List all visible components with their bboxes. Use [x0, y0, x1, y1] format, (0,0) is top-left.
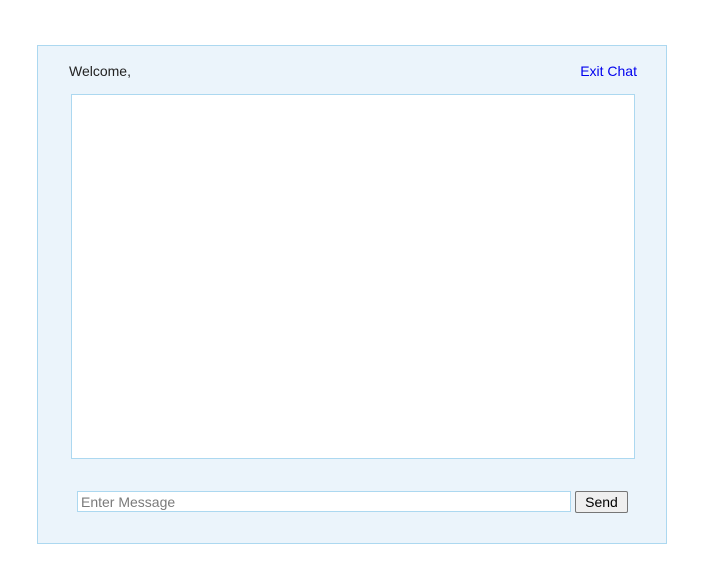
chat-log[interactable] — [71, 94, 635, 459]
chat-menu: Welcome, Exit Chat — [69, 62, 637, 82]
welcome-text: Welcome, — [69, 63, 131, 79]
message-input[interactable] — [77, 491, 571, 512]
exit-chat-link[interactable]: Exit Chat — [580, 62, 637, 80]
send-button[interactable]: Send — [575, 491, 628, 513]
chat-wrapper: Welcome, Exit Chat Send — [37, 45, 667, 544]
message-form: Send — [77, 491, 629, 513]
